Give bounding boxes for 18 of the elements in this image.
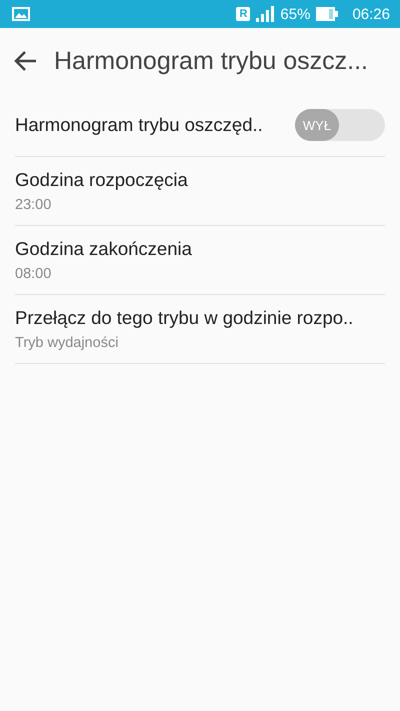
setting-row[interactable]: Przełącz do tego trybu w godzinie rozpo.. Tryb wydajności [15, 295, 385, 364]
roaming-badge: R [236, 7, 250, 21]
back-arrow-icon[interactable] [14, 50, 38, 72]
setting-value: 23:00 [15, 197, 52, 213]
image-icon [12, 7, 30, 21]
battery-percentage: 65% [280, 6, 310, 22]
setting-title: Godzina zakończenia [15, 238, 193, 260]
battery-icon [316, 7, 338, 21]
setting-title: Przełącz do tego trybu w godzinie rozpo.. [15, 307, 354, 329]
setting-row[interactable]: Godzina zakończenia 08:00 [15, 226, 385, 295]
setting-value: 08:00 [15, 266, 52, 282]
setting-title: Godzina rozpoczęcia [15, 169, 189, 191]
clock: 06:26 [352, 6, 390, 22]
setting-row[interactable]: Godzina rozpoczęcia 23:00 [15, 157, 385, 226]
screen-title: Harmonogram trybu oszcz... [54, 46, 368, 76]
setting-value: Tryb wydajności [15, 335, 120, 351]
signal-icon [256, 6, 274, 22]
setting-title: Harmonogram trybu oszczęd.. [15, 114, 264, 136]
